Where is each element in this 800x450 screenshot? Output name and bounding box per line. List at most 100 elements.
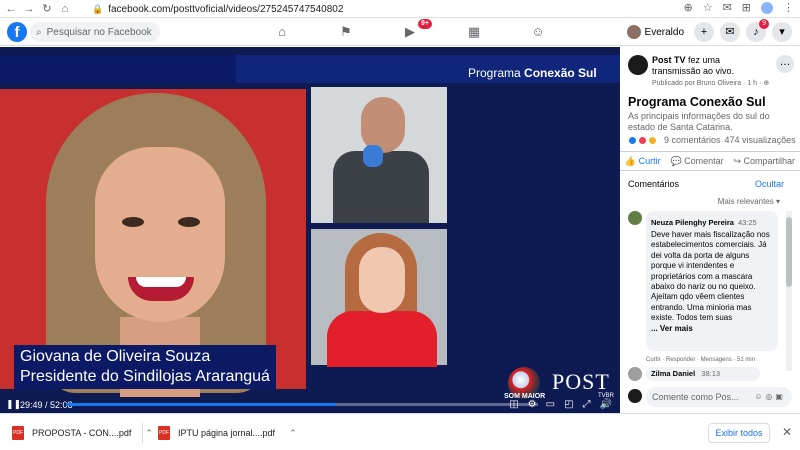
download-filename: PROPOSTA - CON....pdf xyxy=(32,428,132,438)
search-icon: ⌕ xyxy=(36,26,42,38)
guest-video-feed xyxy=(0,89,306,397)
user-name: Everaldo xyxy=(644,26,684,38)
post-description: As principais informações do sul do esta… xyxy=(628,111,770,132)
composer-tools-icons[interactable]: ☺◎▣ xyxy=(754,387,786,407)
comment-input[interactable]: Comente como Pos... ☺◎▣ xyxy=(646,387,792,407)
video-time: 29:49 / 52:08 xyxy=(20,399,73,410)
browser-toolbar: ← → ↻ ⌂ 🔒 facebook.com/posttvoficial/vid… xyxy=(0,0,800,18)
comment-composer: Comente como Pos... ☺◎▣ xyxy=(628,387,792,407)
close-icon[interactable]: ✕ xyxy=(782,425,792,439)
download-item[interactable]: PDF PROPOSTA - CON....pdf ⌃ xyxy=(12,424,153,442)
commenter-avatar[interactable] xyxy=(628,211,642,225)
post-tv-logo: POST xyxy=(552,369,610,394)
sort-comments-dropdown[interactable]: Mais relevantes ▾ xyxy=(718,197,780,206)
download-bar: PDF PROPOSTA - CON....pdf ⌃ PDF IPTU pág… xyxy=(0,413,800,450)
comments-title: Comentários xyxy=(628,179,680,189)
star-icon[interactable]: ☆ xyxy=(703,1,713,14)
user-avatar xyxy=(626,25,641,39)
nav-watch-icon[interactable]: ▶ 9+ xyxy=(378,19,442,42)
quality-icon[interactable]: ▭ xyxy=(546,399,555,410)
chevron-up-icon[interactable]: ⌃ xyxy=(145,428,153,439)
notif-badge: 9 xyxy=(759,19,769,29)
messenger-icon[interactable]: ✉ xyxy=(720,22,740,42)
home-icon[interactable]: ⌂ xyxy=(58,3,72,15)
zoom-icon[interactable]: ⊕ xyxy=(683,1,692,14)
hide-comments-link[interactable]: Ocultar xyxy=(755,179,784,189)
volume-icon[interactable]: 🔊 xyxy=(600,399,612,410)
comments-count[interactable]: 9 comentários xyxy=(664,135,721,145)
lock-icon: 🔒 xyxy=(92,3,104,14)
share-button[interactable]: ↪ Compartilhar xyxy=(733,156,795,167)
nav-pages-icon[interactable]: ⚑ xyxy=(314,22,378,42)
see-more-link[interactable]: ... Ver mais xyxy=(651,324,773,333)
pause-icon[interactable]: ❚❚ xyxy=(6,399,21,410)
comment-author[interactable]: Zilma Daniel xyxy=(651,369,695,378)
facebook-navbar: f ⌕ Pesquisar no Facebook ⌂ ⚑ ▶ 9+ ▦ ☺ Ev… xyxy=(0,18,800,46)
like-button[interactable]: 👍 Curtir xyxy=(625,156,661,167)
search-input[interactable]: ⌕ Pesquisar no Facebook xyxy=(30,22,160,42)
chevron-up-icon[interactable]: ⌃ xyxy=(289,428,297,439)
profile-link[interactable]: Everaldo xyxy=(626,25,684,39)
page-avatar[interactable] xyxy=(628,55,648,75)
video-progress-bar[interactable] xyxy=(66,403,538,406)
extension-icon-2[interactable]: ⊞ xyxy=(742,1,751,14)
post-title: Programa Conexão Sul xyxy=(628,95,766,109)
guest-role: Presidente do Sindilojas Araranguá xyxy=(20,368,270,385)
video-player[interactable]: Programa Conexão Sul Giovana de Oliveira… xyxy=(0,47,620,413)
address-bar[interactable]: 🔒 facebook.com/posttvoficial/videos/2752… xyxy=(92,2,708,16)
comment-bubble: Zilma Daniel 38:13 xyxy=(646,367,760,381)
extension-icon[interactable]: ✉ xyxy=(723,1,732,14)
reload-icon[interactable]: ↻ xyxy=(40,2,54,15)
commenter-avatar[interactable] xyxy=(628,367,642,381)
forward-icon[interactable]: → xyxy=(22,3,36,15)
url-text: facebook.com/posttvoficial/videos/275245… xyxy=(108,3,344,15)
create-plus-icon[interactable]: + xyxy=(694,22,714,42)
show-all-downloads-button[interactable]: Exibir todos xyxy=(708,423,770,443)
comment-actions[interactable]: Curtir · Responder · Mensagens · 51 min xyxy=(646,357,755,363)
post-stats: 9 comentários 474 visualizações xyxy=(628,135,800,145)
cohost-video-feed xyxy=(311,229,447,367)
globe-icon: ⊕ xyxy=(763,80,770,87)
nav-home-icon[interactable]: ⌂ xyxy=(250,22,314,42)
microphone-icon xyxy=(363,145,383,167)
back-icon[interactable]: ← xyxy=(4,3,18,15)
watch-badge: 9+ xyxy=(418,19,432,29)
comment-timestamp[interactable]: 38:13 xyxy=(701,369,720,378)
account-menu-chevron-icon[interactable]: ▾ xyxy=(772,22,792,42)
profile-avatar[interactable] xyxy=(761,1,773,14)
fullscreen-icon[interactable]: ⤢ xyxy=(583,399,591,410)
nav-groups-icon[interactable]: ☺ xyxy=(506,22,570,42)
pdf-file-icon: PDF xyxy=(158,426,170,440)
subtitles-icon[interactable]: ◫ xyxy=(509,399,518,410)
comments-scrollbar[interactable] xyxy=(786,211,792,371)
pip-icon[interactable]: ◰ xyxy=(564,399,573,410)
download-item[interactable]: PDF IPTU página jornal....pdf ⌃ xyxy=(158,424,297,442)
love-reaction-icon xyxy=(638,135,647,145)
composer-avatar xyxy=(628,389,642,403)
post-header-line: Post TV fez uma transmissão ao vivo. xyxy=(652,55,735,76)
comment-item: Zilma Daniel 38:13 xyxy=(628,367,780,381)
program-title-overlay: Programa Conexão Sul xyxy=(468,66,597,80)
comment-bubble: Neuza Pilenghy Pereira 43:25 Deve haver m… xyxy=(646,211,778,351)
comment-timestamp[interactable]: 43:25 xyxy=(738,218,757,227)
comment-button[interactable]: 💬 Comentar xyxy=(670,156,723,167)
comment-text: Deve haver mais fiscalização nos estabel… xyxy=(651,230,770,323)
notifications-bell-icon[interactable]: ♪ 9 xyxy=(746,19,769,42)
video-controls: ❚❚ 29:49 / 52:08 ◫ ⚙ ▭ ◰ ⤢ 🔊 xyxy=(0,396,620,413)
menu-icon[interactable]: ⋮ xyxy=(783,1,794,14)
page-name[interactable]: Post TV xyxy=(652,55,686,65)
video-top-stripe-dark xyxy=(0,55,236,83)
nav-marketplace-icon[interactable]: ▦ xyxy=(442,22,506,42)
post-actions: 👍 Curtir 💬 Comentar ↪ Compartilhar xyxy=(620,151,800,171)
pdf-file-icon: PDF xyxy=(12,426,24,440)
facebook-logo[interactable]: f xyxy=(7,22,27,42)
like-reaction-icon xyxy=(628,135,637,145)
comment-author[interactable]: Neuza Pilenghy Pereira xyxy=(651,218,734,227)
download-filename: IPTU página jornal....pdf xyxy=(178,428,276,438)
guest-name: Giovana de Oliveira Souza xyxy=(20,348,211,365)
host-video-feed xyxy=(311,87,447,223)
settings-gear-icon[interactable]: ⚙ xyxy=(528,399,537,410)
views-count: 474 visualizações xyxy=(724,135,796,145)
post-meta: Publicado por Bruno Oliveira · 1 h · ⊕ xyxy=(652,80,770,87)
more-options-icon[interactable]: … xyxy=(776,55,794,73)
